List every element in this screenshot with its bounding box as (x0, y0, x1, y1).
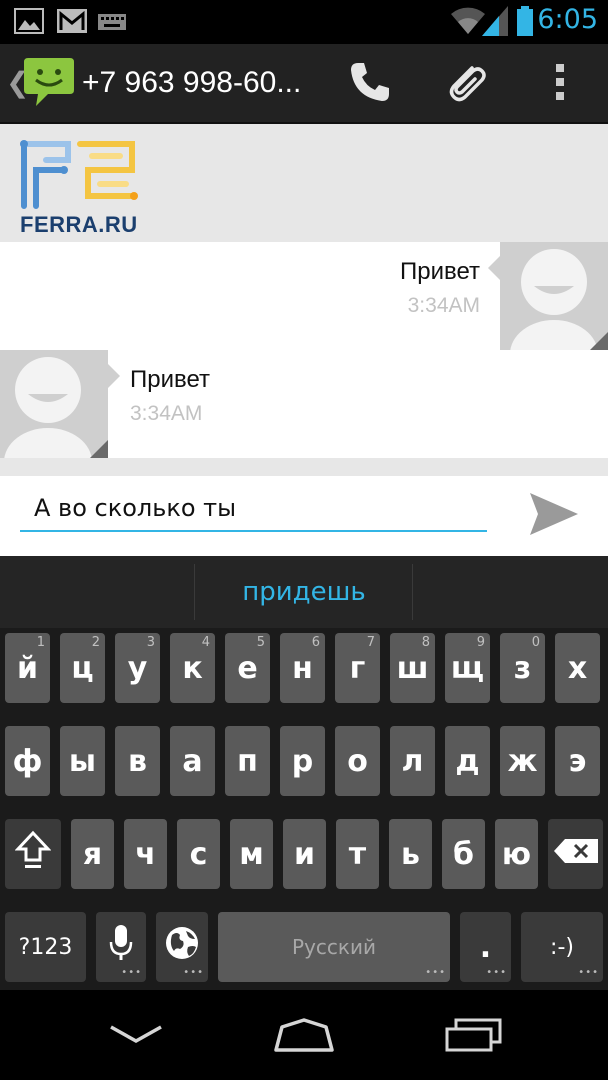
backspace-icon (553, 837, 599, 872)
key-row1[interactable]: ц2 (60, 633, 105, 703)
messaging-app-icon[interactable] (22, 54, 76, 114)
key-row1[interactable]: щ9 (445, 633, 490, 703)
recents-icon (444, 1018, 504, 1056)
symbols-key[interactable]: ?123 (5, 912, 86, 982)
composer (0, 476, 608, 556)
key-row1[interactable]: е5 (225, 633, 270, 703)
bubble-notch (108, 364, 120, 388)
signal-icon (482, 6, 508, 40)
gmail-icon (56, 8, 88, 38)
key-row3[interactable]: и (283, 819, 326, 889)
key-row1[interactable]: у3 (115, 633, 160, 703)
divider (194, 564, 195, 620)
key-row1[interactable]: н6 (280, 633, 325, 703)
message-list[interactable]: FERRA.RU Привет 3:34AM Привет 3:34AM (0, 124, 608, 476)
key-row2[interactable]: п (225, 726, 270, 796)
contact-placeholder-icon (0, 357, 108, 458)
key-row3[interactable]: ю (495, 819, 538, 889)
attach-button[interactable] (436, 58, 496, 110)
key-row3[interactable]: ь (389, 819, 432, 889)
conversation-title: +7 963 998-60... (82, 66, 302, 99)
home-icon (272, 1017, 336, 1057)
nav-home-button[interactable] (254, 1010, 354, 1064)
logo-text: FERRA.RU (20, 212, 138, 237)
keyboard-icon (98, 14, 126, 34)
back-icon (109, 1023, 163, 1051)
key-row1[interactable]: к4 (170, 633, 215, 703)
key-row1[interactable]: й1 (5, 633, 50, 703)
key-row3[interactable]: б (442, 819, 485, 889)
key-row2[interactable]: а (170, 726, 215, 796)
voice-input-key[interactable]: ••• (96, 912, 146, 982)
attach-icon (442, 58, 490, 110)
divider (412, 564, 413, 620)
smiley-key[interactable]: :-) ••• (521, 912, 603, 982)
overflow-menu-button[interactable] (530, 58, 590, 110)
contact-placeholder-icon (500, 249, 608, 350)
battery-icon (516, 6, 534, 40)
nav-back-button[interactable] (86, 1010, 186, 1064)
message-time: 3:34AM (407, 294, 480, 317)
message-text: Привет (130, 366, 211, 393)
key-row2[interactable]: о (335, 726, 380, 796)
backspace-key[interactable] (548, 819, 603, 889)
avatar[interactable] (0, 350, 108, 458)
status-bar: 6:05 (0, 0, 608, 44)
key-row2[interactable]: ф (5, 726, 50, 796)
message-time: 3:34AM (130, 402, 203, 425)
globe-icon (164, 925, 200, 969)
message-incoming[interactable]: Привет 3:34AM (0, 350, 608, 458)
message-text: Привет (399, 258, 480, 285)
wifi-icon (450, 6, 486, 40)
key-row3[interactable]: ч (124, 819, 167, 889)
key-row3[interactable]: м (230, 819, 273, 889)
period-key[interactable]: . ••• (460, 912, 511, 982)
key-row1[interactable]: ш8 (390, 633, 435, 703)
space-key[interactable]: Русский ••• (218, 912, 450, 982)
soft-keyboard: придешь й1 ц2 у3 к4 е5 н6 г7 ш8 щ9 з0 х … (0, 556, 608, 990)
key-row1[interactable]: г7 (335, 633, 380, 703)
shift-key[interactable] (5, 819, 61, 889)
key-row2[interactable]: э (555, 726, 600, 796)
navigation-bar (0, 990, 608, 1080)
message-outgoing[interactable]: Привет 3:34AM (0, 242, 608, 350)
overflow-menu-icon (554, 62, 566, 106)
language-key[interactable]: ••• (156, 912, 208, 982)
key-row2[interactable]: ж (500, 726, 545, 796)
send-button[interactable] (522, 488, 586, 544)
call-button[interactable] (340, 58, 400, 110)
shift-icon (14, 830, 52, 878)
picture-icon (14, 8, 44, 38)
suggestion-word[interactable]: придешь (196, 556, 412, 628)
status-time: 6:05 (537, 4, 598, 35)
key-row3[interactable]: с (177, 819, 220, 889)
action-bar: ❮ +7 963 998-60... (0, 44, 608, 124)
key-row2[interactable]: в (115, 726, 160, 796)
key-row2[interactable]: ы (60, 726, 105, 796)
microphone-icon (109, 924, 133, 970)
key-row1[interactable]: з0 (500, 633, 545, 703)
nav-recents-button[interactable] (424, 1010, 524, 1064)
key-row3[interactable]: я (71, 819, 114, 889)
avatar[interactable] (500, 242, 608, 350)
key-row2[interactable]: л (390, 726, 435, 796)
key-row2[interactable]: р (280, 726, 325, 796)
key-row3[interactable]: т (336, 819, 379, 889)
message-input[interactable] (20, 486, 487, 532)
send-icon (528, 491, 580, 541)
phone-icon (348, 60, 392, 108)
key-row1[interactable]: х (555, 633, 600, 703)
bubble-notch (488, 256, 500, 280)
suggestion-strip: придешь (0, 556, 608, 628)
key-row2[interactable]: д (445, 726, 490, 796)
